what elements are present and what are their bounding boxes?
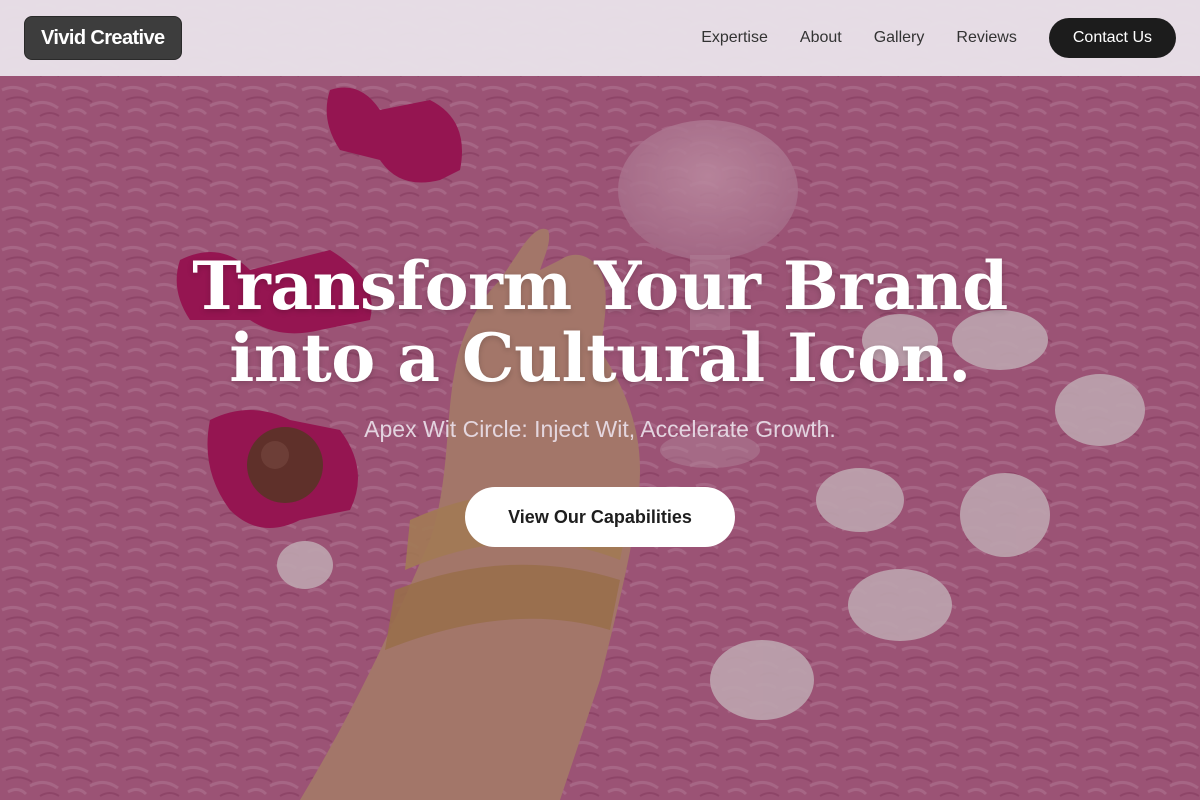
hero-section: Transform Your Brand into a Cultural Ico… bbox=[0, 250, 1200, 547]
view-capabilities-button[interactable]: View Our Capabilities bbox=[465, 487, 735, 547]
brand-logo[interactable]: Vivid Creative bbox=[24, 16, 182, 60]
hero-subheadline: Apex Wit Circle: Inject Wit, Accelerate … bbox=[364, 416, 836, 442]
nav-link-reviews[interactable]: Reviews bbox=[956, 29, 1016, 47]
nav-menu: Expertise About Gallery Reviews Contact … bbox=[701, 18, 1176, 58]
nav-link-about[interactable]: About bbox=[800, 29, 842, 47]
hero-headline-line-2: into a Cultural Icon. bbox=[229, 319, 971, 397]
hero-headline: Transform Your Brand into a Cultural Ico… bbox=[192, 250, 1008, 394]
nav-link-expertise[interactable]: Expertise bbox=[701, 29, 768, 47]
brand-logo-text: Vivid Creative bbox=[41, 26, 165, 49]
hero-headline-line-1: Transform Your Brand bbox=[192, 247, 1008, 325]
top-navigation-bar: Vivid Creative Expertise About Gallery R… bbox=[0, 0, 1200, 76]
nav-link-gallery[interactable]: Gallery bbox=[874, 29, 925, 47]
contact-us-button[interactable]: Contact Us bbox=[1048, 18, 1176, 58]
